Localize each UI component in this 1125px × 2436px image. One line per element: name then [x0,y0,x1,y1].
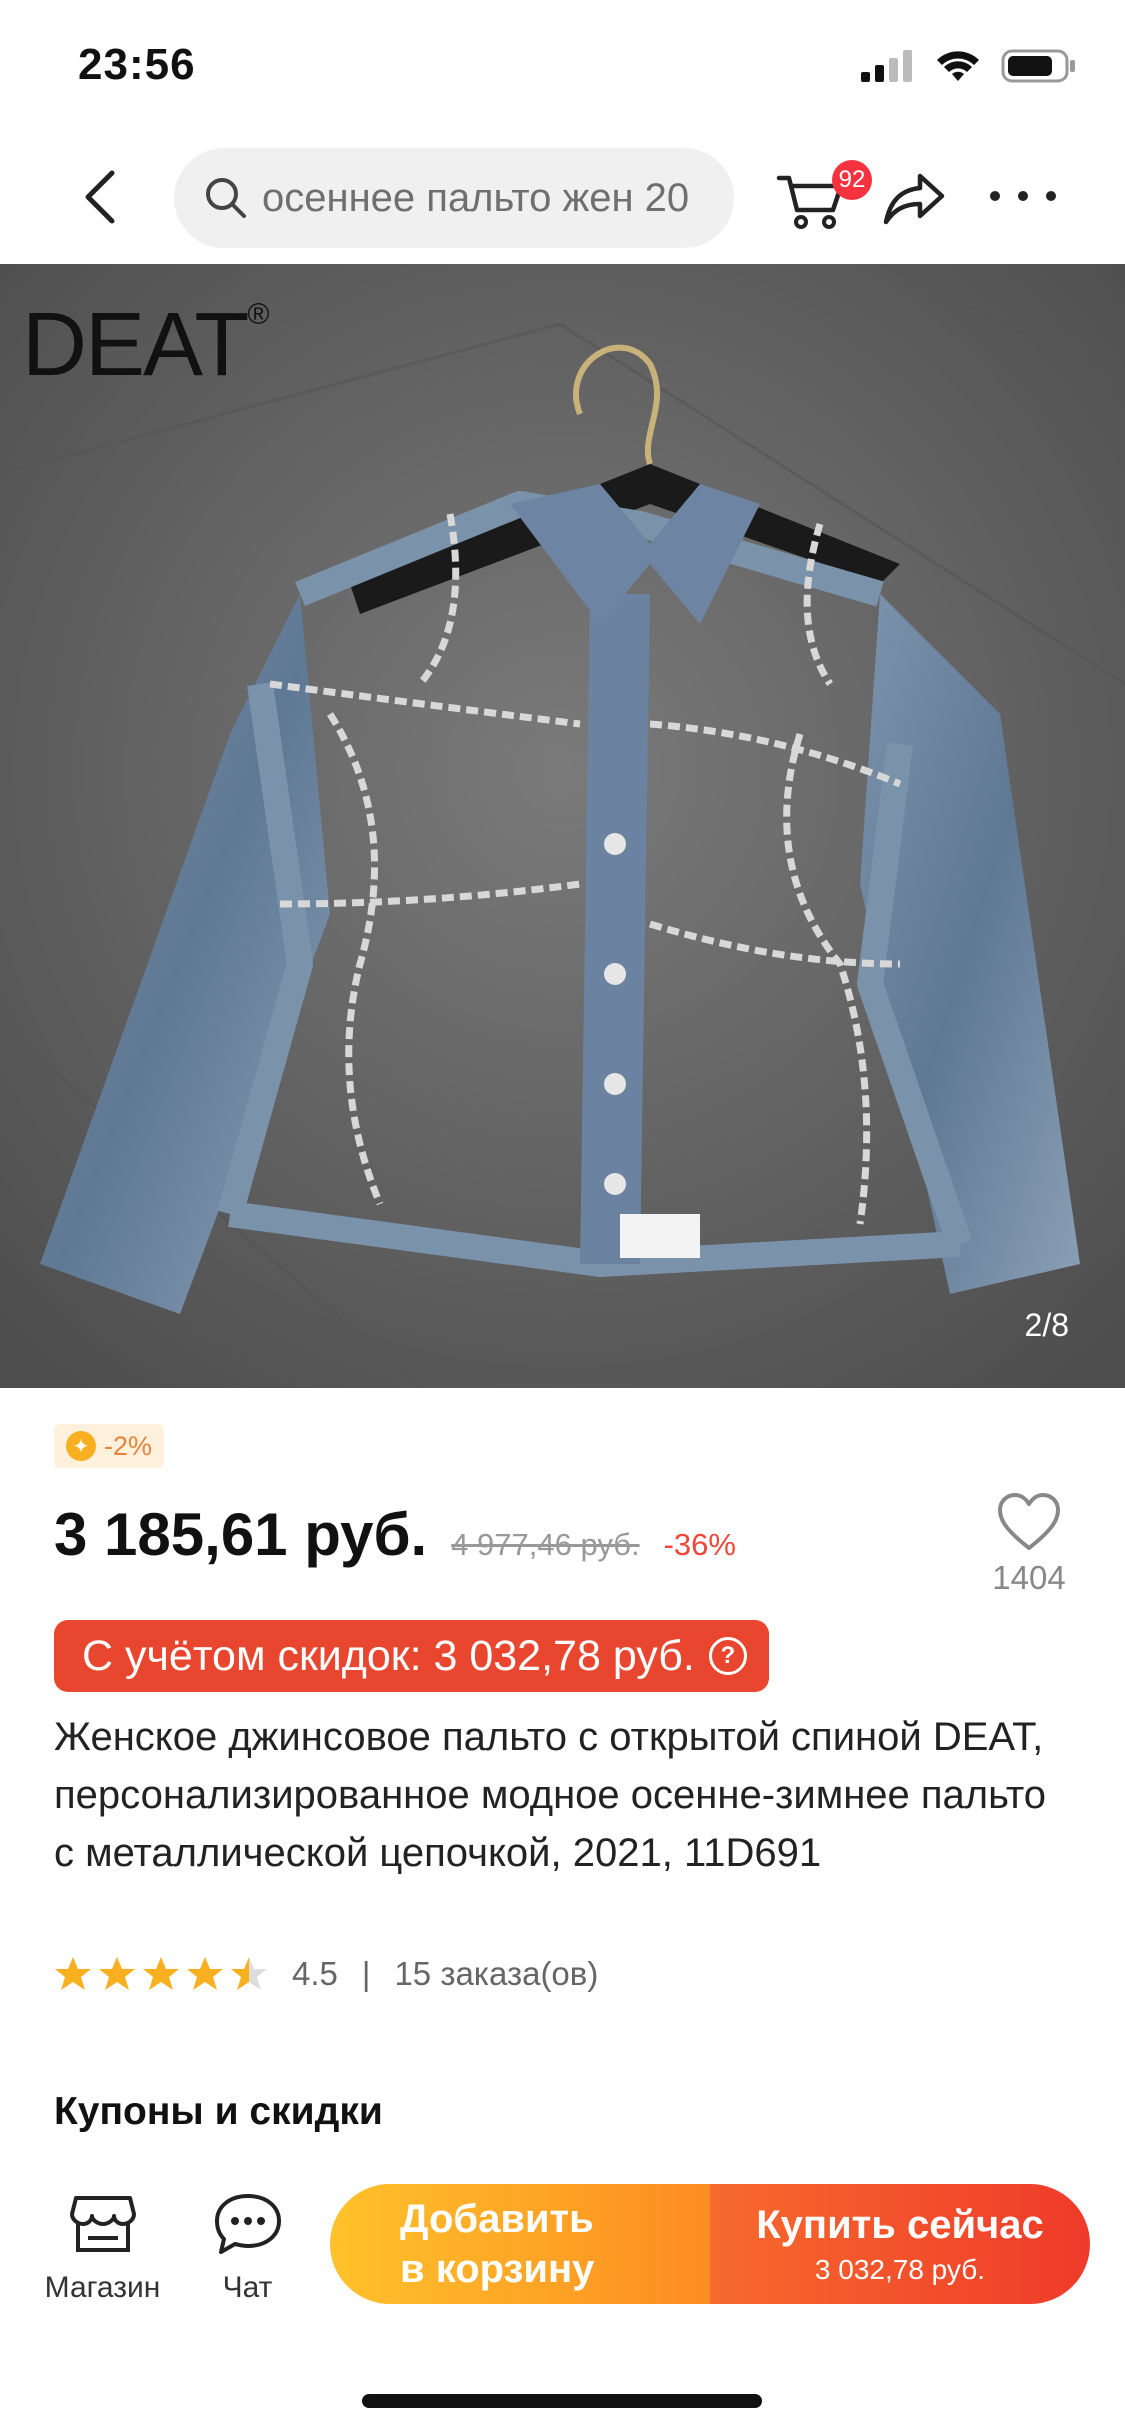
wishlist-button[interactable]: 1404 [988,1492,1070,1597]
store-label: Магазин [44,2271,161,2304]
battery-icon [1001,49,1075,83]
star-half-icon [231,1957,267,1990]
coin-icon: ✦ [66,1431,96,1461]
back-button[interactable] [70,162,130,232]
rating-value: 4.5 [292,1955,338,1992]
store-icon [69,2196,136,2252]
info-icon[interactable]: ? [708,1637,747,1675]
buy-now-label: Купить сейчас [756,2202,1044,2247]
top-nav-bar: осеннее пальто жен 20 92 [0,140,1125,258]
buy-now-button[interactable]: Купить сейчас 3 032,78 руб. [710,2184,1090,2304]
price-row: 3 185,61 руб. 4 977,46 руб. -36% [54,1500,736,1569]
share-button[interactable] [882,168,948,228]
more-icon-dot [1046,191,1056,201]
coin-discount-badge: ✦ -2% [54,1424,165,1468]
chat-label: Чат [222,2271,273,2304]
status-bar: 23:56 [0,0,1125,132]
add-to-cart-label: Добавить в корзину [400,2194,640,2294]
orders-count: 15 заказа(ов) [394,1955,599,1992]
more-icon-dot [1018,191,1028,201]
store-button[interactable]: Магазин [30,2192,175,2305]
status-icons [861,48,1077,84]
cart-count-badge: 92 [832,160,872,200]
current-price: 3 185,61 руб. [54,1501,428,1568]
add-to-cart-label-line2: в корзину [400,2247,595,2291]
rating-separator: | [361,1955,371,1992]
original-price: 4 977,46 руб. [451,1527,640,1562]
buy-now-price: 3 032,78 руб. [814,2253,986,2285]
coin-discount-text: -2% [104,1430,153,1461]
bottom-action-bar: Магазин Чат Добавить в корзину Купить се… [0,2172,1125,2352]
discount-total-text: С учётом скидок: 3 032,78 руб. [82,1631,695,1680]
status-time: 23:56 [78,40,196,89]
brand-logo-mark: ® [247,298,269,331]
add-to-cart-button[interactable]: Добавить в корзину [330,2184,710,2304]
wifi-icon [937,51,979,81]
heart-icon [998,1493,1060,1550]
share-icon [883,173,945,225]
star-icon [99,1957,135,1990]
product-title: Женское джинсовое пальто с открытой спин… [54,1715,1046,1875]
brand-logo: DEAT® [22,294,269,397]
star-icon [55,1957,91,1990]
coupons-section-title[interactable]: Купоны и скидки [54,2090,383,2134]
chat-button[interactable]: Чат [190,2192,305,2305]
add-to-cart-label-line1: Добавить [400,2197,594,2241]
product-photo [0,264,1125,1388]
search-icon [206,178,246,218]
search-query-text: осеннее пальто жен 20 [262,175,690,220]
signal-icon [861,50,912,82]
discount-total-pill[interactable]: С учётом скидок: 3 032,78 руб. ? [54,1620,769,1692]
rating-stars [54,1956,268,1992]
home-indicator[interactable] [362,2394,762,2408]
wishlist-count: 1404 [992,1559,1066,1596]
star-icon [187,1957,223,1990]
discount-percent: -36% [663,1527,736,1562]
rating-row[interactable]: 4.5 | 15 заказа(ов) [54,1955,598,1993]
back-arrow-icon [85,170,115,224]
product-image-gallery[interactable]: DEAT® 2/8 [0,264,1125,1388]
star-icon [143,1957,179,1990]
more-icon-dot [990,191,1000,201]
brand-logo-text: DEAT [22,295,249,395]
chat-icon [214,2194,281,2254]
image-counter: 2/8 [1024,1307,1069,1343]
search-input[interactable]: осеннее пальто жен 20 [174,148,734,248]
more-options-button[interactable] [990,176,1056,216]
